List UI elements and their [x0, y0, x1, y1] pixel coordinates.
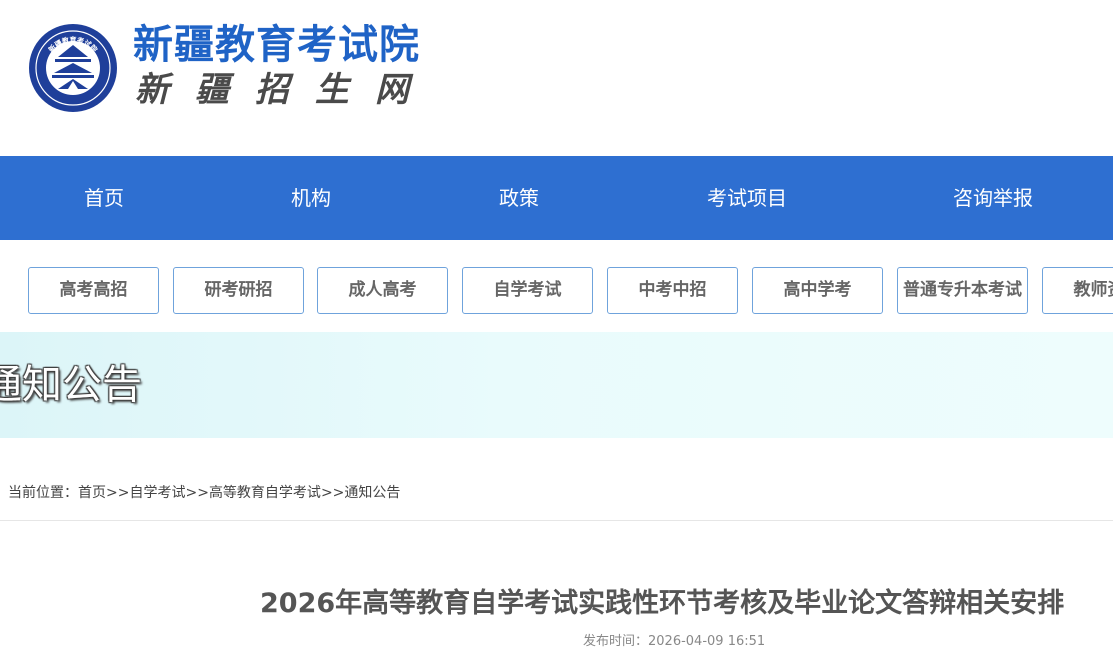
main-nav-consult-report[interactable]: 咨询举报: [913, 156, 1073, 240]
publish-time-label: 发布时间：: [583, 634, 649, 649]
site-header: 新疆教育考试院 新疆教育考试院 新疆招生网: [0, 0, 1113, 156]
breadcrumb-separator: >>: [185, 485, 209, 501]
article-title: 2026年高等教育自学考试实践性环节考核及毕业论文答辩相关安排: [260, 588, 1065, 619]
site-subtitle: 新疆招生网: [135, 70, 435, 110]
xinjiang-exam-institute-logo-icon[interactable]: 新疆教育考试院: [28, 23, 118, 113]
category-teacher-qualification[interactable]: 教师资格: [1042, 267, 1113, 314]
section-banner: 通知公告: [0, 332, 1113, 438]
category-high-school-exam[interactable]: 高中学考: [752, 267, 883, 314]
main-nav-exam-projects[interactable]: 考试项目: [667, 156, 827, 240]
category-navigation: 高考高招 研考研招 成人高考 自学考试 中考中招 高中学考 普通专升本考试 教师…: [0, 240, 1113, 332]
main-nav-organization[interactable]: 机构: [251, 156, 371, 240]
breadcrumb-notices[interactable]: 通知公告: [344, 485, 400, 501]
breadcrumb-separator: >>: [106, 485, 130, 501]
breadcrumb-self-study-exam[interactable]: 自学考试: [129, 485, 185, 501]
category-graduate-exam[interactable]: 研考研招: [173, 267, 304, 314]
breadcrumb-separator: >>: [320, 485, 345, 501]
main-nav-home[interactable]: 首页: [44, 156, 164, 240]
category-zhongkao[interactable]: 中考中招: [607, 267, 738, 314]
category-gaokao[interactable]: 高考高招: [28, 267, 159, 314]
category-upgrade-exam[interactable]: 普通专升本考试: [897, 267, 1028, 314]
breadcrumb-home[interactable]: 首页: [78, 485, 106, 501]
main-navigation: 首页 机构 政策 考试项目 咨询举报: [0, 156, 1113, 240]
publish-time-value: 2026-04-09 16:51: [648, 634, 766, 649]
main-nav-policy[interactable]: 政策: [459, 156, 579, 240]
category-adult-exam[interactable]: 成人高考: [317, 267, 448, 314]
breadcrumb: 当前位置：首页>>自学考试>>高等教育自学考试>>通知公告: [8, 481, 400, 505]
publish-time: 发布时间：2026-04-09 16:51: [583, 632, 765, 652]
breadcrumb-divider: [0, 520, 1113, 521]
site-title[interactable]: 新疆教育考试院: [133, 20, 420, 70]
breadcrumb-higher-education-self-study[interactable]: 高等教育自学考试: [209, 485, 321, 501]
category-self-study-exam[interactable]: 自学考试: [462, 267, 593, 314]
banner-title: 通知公告: [0, 362, 142, 408]
breadcrumb-prefix: 当前位置：: [8, 485, 78, 501]
